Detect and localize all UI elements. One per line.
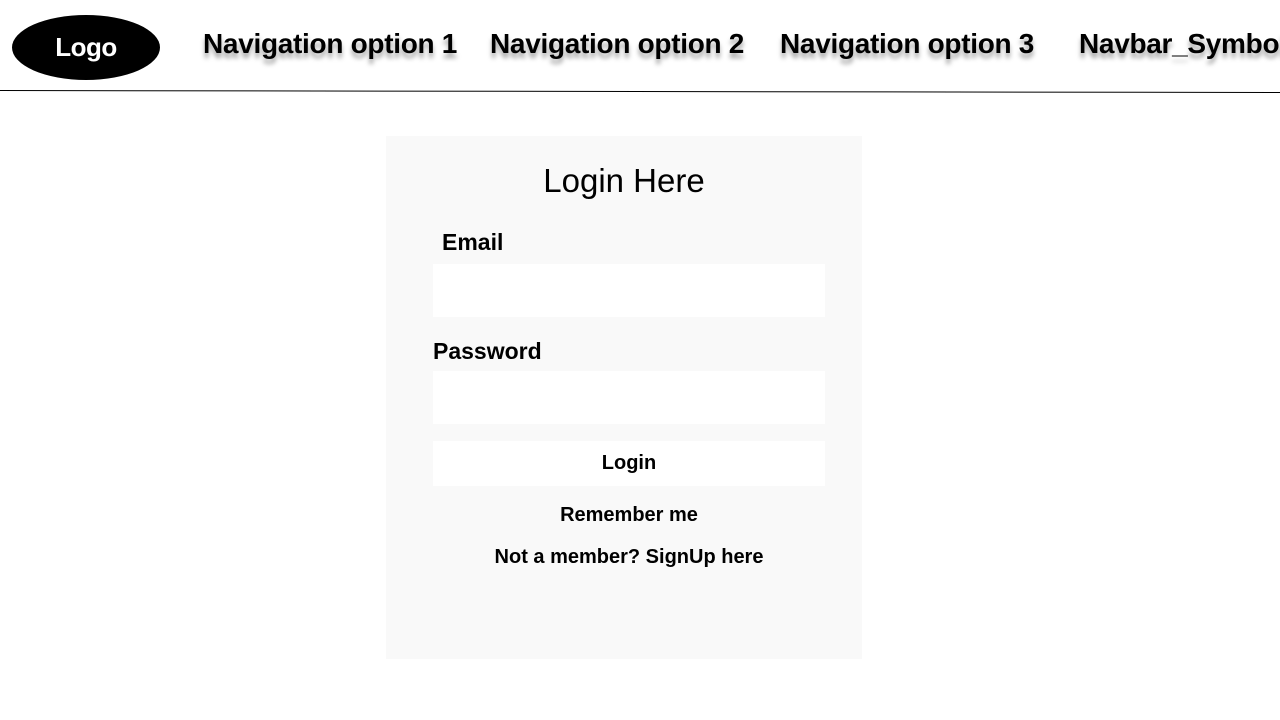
nav-option-1[interactable]: Navigation option 1: [203, 28, 457, 60]
logo[interactable]: Logo: [12, 15, 160, 80]
password-label: Password: [433, 338, 542, 364]
nav-option-3[interactable]: Navigation option 3: [780, 28, 1034, 60]
remember-me[interactable]: Remember me: [386, 504, 872, 527]
email-input[interactable]: [433, 264, 825, 317]
login-card: Login Here Email Password Login Remember…: [386, 136, 862, 659]
login-title: Login Here: [543, 162, 705, 199]
navbar-symbol[interactable]: Navbar_Symbol: [1079, 28, 1280, 60]
nav-option-2[interactable]: Navigation option 2: [490, 28, 744, 60]
logo-text: Logo: [55, 32, 117, 62]
navbar-divider: [0, 90, 1280, 93]
password-input[interactable]: [433, 371, 825, 424]
login-button[interactable]: Login: [433, 441, 825, 486]
signup-link[interactable]: Not a member? SignUp here: [386, 546, 872, 569]
navbar: Logo Navigation option 1 Navigation opti…: [0, 0, 1280, 90]
email-label: Email: [442, 229, 504, 255]
